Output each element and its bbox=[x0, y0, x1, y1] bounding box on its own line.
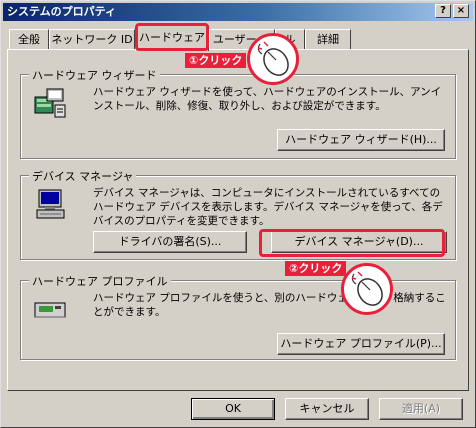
apply-button[interactable]: 適用(A) bbox=[379, 398, 463, 420]
driver-signing-button[interactable]: ドライバの署名(S)... bbox=[93, 231, 247, 253]
hardware-wizard-group: ハードウェア ウィザード ハードウェア ウィザードを使って、ハードウェアのインス… bbox=[20, 67, 456, 159]
tab-general[interactable]: 全般 bbox=[9, 29, 49, 49]
hardware-profile-icon bbox=[34, 302, 66, 318]
mouse-callout-1 bbox=[247, 33, 299, 85]
hardware-profiles-description: ハードウェア プロファイルを使うと、別のハードウェアの構成 格納することができま… bbox=[93, 292, 446, 318]
close-button[interactable]: × bbox=[453, 4, 469, 18]
hardware-wizard-icon bbox=[34, 88, 66, 118]
computer-icon bbox=[36, 189, 65, 219]
device-manager-description: デバイス マネージャは、コンピュータにインストールされているすべてのハードウェア… bbox=[93, 187, 443, 227]
ok-button[interactable]: OK bbox=[191, 398, 275, 420]
hardware-tab-panel: ハードウェア ウィザード ハードウェア ウィザードを使って、ハードウェアのインス… bbox=[7, 49, 469, 391]
system-properties-window: システムのプロパティ ? × 全般 ネットワーク ID ハードウェア ユーザー … bbox=[0, 0, 476, 428]
window-title: システムのプロパティ bbox=[7, 5, 117, 18]
cancel-button[interactable]: キャンセル bbox=[285, 398, 369, 420]
hardware-wizard-description: ハードウェア ウィザードを使って、ハードウェアのインストール、アンインストール、… bbox=[93, 86, 442, 112]
tab-network-id[interactable]: ネットワーク ID bbox=[49, 29, 135, 49]
mouse-callout-2 bbox=[341, 263, 393, 315]
hardware-wizard-title: ハードウェア ウィザード bbox=[29, 67, 160, 83]
device-manager-title: デバイス マネージャ bbox=[29, 168, 137, 184]
tab-advanced[interactable]: 詳細 bbox=[305, 29, 351, 49]
hardware-wizard-button[interactable]: ハードウェア ウィザード(H)... bbox=[277, 129, 445, 151]
mouse-icon bbox=[257, 41, 289, 76]
step2-label: ②クリック bbox=[285, 261, 347, 276]
mouse-icon bbox=[351, 271, 383, 306]
help-button[interactable]: ? bbox=[435, 4, 451, 18]
hardware-profiles-button[interactable]: ハードウェア プロファイル(P)... bbox=[277, 333, 445, 355]
hardware-profiles-title: ハードウェア プロファイル bbox=[29, 273, 171, 289]
title-bar: システムのプロパティ bbox=[3, 3, 473, 21]
hardware-tab-highlight bbox=[135, 23, 209, 51]
device-manager-highlight bbox=[259, 229, 445, 257]
step1-label: ①クリック bbox=[185, 53, 247, 68]
